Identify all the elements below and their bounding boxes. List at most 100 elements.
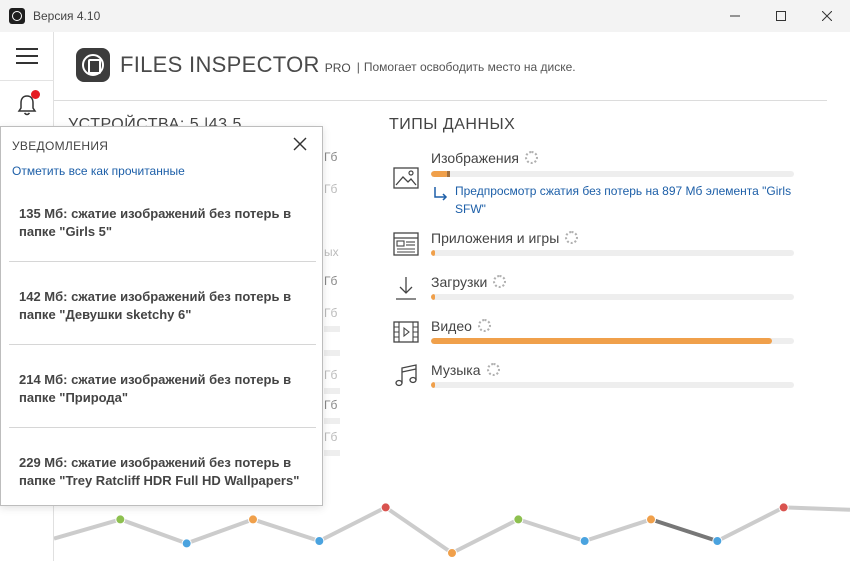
timeline-point[interactable]: [115, 514, 126, 525]
data-type-label: Приложения и игры: [431, 230, 579, 246]
device-size-fragment: Гб: [324, 430, 338, 444]
music-icon: [395, 364, 417, 387]
maximize-icon: [776, 11, 786, 21]
minimize-button[interactable]: [712, 0, 758, 32]
compression-preview-link[interactable]: Предпросмотр сжатия без потерь на 897 Мб…: [455, 182, 815, 218]
app-header: FILES INSPECTOR PRO | Помогает освободит…: [76, 46, 576, 84]
header-divider: [54, 100, 827, 101]
video-icon: [393, 321, 419, 343]
timeline-point[interactable]: [380, 502, 391, 513]
data-type-label: Видео: [431, 318, 491, 334]
timeline-point[interactable]: [778, 502, 789, 513]
minimize-icon: [730, 15, 740, 17]
brand-tagline: Помогает освободить место на диске.: [363, 60, 576, 74]
device-size-fragment: Гб: [324, 274, 338, 288]
timeline-segment: [119, 517, 188, 546]
brand-pro-label: PRO: [324, 61, 351, 75]
notification-divider: [9, 344, 316, 345]
timeline-segment: [584, 517, 652, 543]
device-size-fragment: ых: [324, 245, 339, 259]
brand-name: FILES INSPECTOR: [120, 52, 320, 77]
loading-spinner-icon: [477, 319, 491, 332]
window-controls: [712, 0, 850, 32]
menu-button[interactable]: [0, 32, 54, 80]
timeline-point[interactable]: [181, 538, 192, 549]
device-size-fragment: Гб: [324, 182, 338, 196]
notification-dot: [31, 90, 40, 99]
loading-spinner-icon: [525, 151, 538, 164]
title-bar: Версия 4.10: [0, 0, 850, 32]
timeline-segment: [517, 517, 586, 543]
notification-item[interactable]: 214 Мб: сжатие изображений без потерь в …: [9, 371, 316, 407]
notification-item[interactable]: 135 Мб: сжатие изображений без потерь в …: [9, 205, 316, 241]
timeline-point[interactable]: [579, 536, 590, 546]
data-type-video[interactable]: Видео: [392, 318, 794, 348]
notification-item[interactable]: 229 Мб: сжатие изображений без потерь в …: [9, 454, 316, 490]
progress-track: [431, 294, 794, 300]
brand-separator: |: [356, 60, 360, 74]
data-type-apps[interactable]: Приложения и игры: [392, 230, 794, 260]
image-icon: [393, 167, 419, 189]
timeline-segment: [252, 517, 320, 543]
close-icon[interactable]: [291, 135, 309, 153]
progress-track: [431, 250, 794, 256]
timeline-segment: [783, 505, 850, 512]
notification-divider: [9, 427, 316, 428]
device-size-fragment: Гб: [324, 150, 338, 164]
device-bar: [324, 450, 340, 456]
data-types-title: ТИПЫ ДАННЫХ: [389, 116, 516, 133]
timeline-point[interactable]: [712, 536, 723, 546]
data-type-downloads[interactable]: Загрузки: [392, 274, 794, 304]
device-bar: [324, 350, 340, 356]
timeline-point[interactable]: [513, 514, 524, 525]
data-type-label: Изображения: [431, 150, 538, 166]
data-type-label: Загрузки: [431, 274, 507, 290]
close-button[interactable]: [804, 0, 850, 32]
timeline-point[interactable]: [314, 536, 325, 546]
data-type-label: Музыка: [431, 362, 500, 378]
progress-track: [431, 382, 794, 388]
mark-all-read-link[interactable]: Отметить все как прочитанные: [12, 164, 185, 178]
timeline-point[interactable]: [646, 514, 656, 525]
app-logo: [76, 48, 110, 82]
timeline-segment: [384, 505, 454, 555]
loading-spinner-icon: [565, 231, 579, 244]
maximize-button[interactable]: [758, 0, 804, 32]
device-size-fragment: Гб: [324, 306, 338, 320]
notifications-panel: УВЕДОМЛЕНИЯ Отметить все как прочитанные…: [0, 126, 323, 506]
download-icon: [396, 277, 416, 300]
progress-fill: [431, 338, 773, 344]
corner-arrow-icon: [434, 187, 448, 201]
progress-fill: [431, 294, 435, 300]
app-icon: [9, 8, 25, 24]
loading-spinner-icon: [493, 275, 507, 288]
timeline-point[interactable]: [447, 548, 457, 558]
progress-track: [431, 338, 794, 344]
timeline-segment: [318, 505, 387, 543]
notifications-title: УВЕДОМЛЕНИЯ: [12, 139, 109, 153]
device-bar: [324, 418, 340, 424]
hamburger-menu-icon: [16, 48, 38, 64]
progress-fill: [431, 382, 435, 388]
data-type-music[interactable]: Музыка: [392, 362, 794, 392]
data-type-images[interactable]: Изображения: [392, 150, 794, 189]
device-bar: [324, 388, 340, 394]
progress-track: [431, 171, 794, 177]
timeline-segment: [451, 517, 520, 555]
device-size-fragment: Гб: [324, 398, 338, 412]
apps-icon: [393, 232, 419, 256]
device-size-fragment: Гб: [324, 368, 338, 382]
device-bar: [324, 326, 340, 332]
close-icon: [822, 11, 832, 21]
notification-item[interactable]: 142 Мб: сжатие изображений без потерь в …: [9, 288, 316, 324]
timeline-segment: [716, 505, 785, 543]
timeline-segment: [54, 517, 121, 541]
progress-marker: [447, 171, 450, 177]
loading-spinner-icon: [486, 363, 500, 376]
progress-fill: [431, 250, 435, 256]
timeline-point[interactable]: [248, 514, 258, 525]
timeline-segment: [185, 517, 254, 546]
timeline-segment: [650, 517, 718, 543]
notifications-button[interactable]: [0, 81, 54, 129]
notification-divider: [9, 261, 316, 262]
